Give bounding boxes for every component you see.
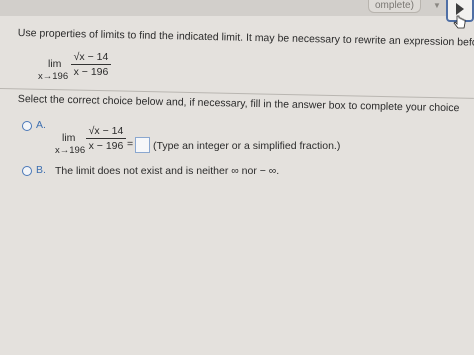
completion-status: omplete) — [368, 0, 421, 13]
fraction-numerator: √x − 14 — [73, 51, 109, 63]
option-a-fraction-bar — [86, 138, 126, 139]
status-dropdown-icon[interactable]: ▼ — [433, 1, 441, 10]
option-b-text: The limit does not exist and is neither … — [55, 165, 280, 177]
option-a-hint: (Type an integer or a simplified fractio… — [153, 140, 341, 152]
limit-label: lim — [48, 58, 62, 70]
fraction-bar — [71, 64, 111, 65]
option-a-limit-label: lim — [62, 132, 76, 144]
option-a-limit-subscript: x→196 — [55, 145, 86, 156]
option-a-denominator: x − 196 — [88, 140, 124, 152]
option-b-radio[interactable] — [22, 166, 32, 176]
option-a-letter[interactable]: A. — [36, 119, 46, 131]
option-a-radio[interactable] — [22, 121, 32, 131]
option-b-letter[interactable]: B. — [36, 164, 46, 176]
option-a-equals: = — [127, 138, 134, 150]
option-a-fraction: √x − 14 x − 196 — [86, 125, 126, 152]
limit-subscript: x→196 — [38, 71, 69, 82]
question-fraction: √x − 14 x − 196 — [71, 51, 111, 78]
option-a-numerator: √x − 14 — [88, 125, 124, 137]
hand-cursor-icon — [453, 15, 466, 29]
fraction-denominator: x − 196 — [73, 66, 109, 78]
option-a-answer-box[interactable] — [135, 137, 150, 153]
question-instruction: Use properties of limits to find the ind… — [17, 27, 474, 50]
